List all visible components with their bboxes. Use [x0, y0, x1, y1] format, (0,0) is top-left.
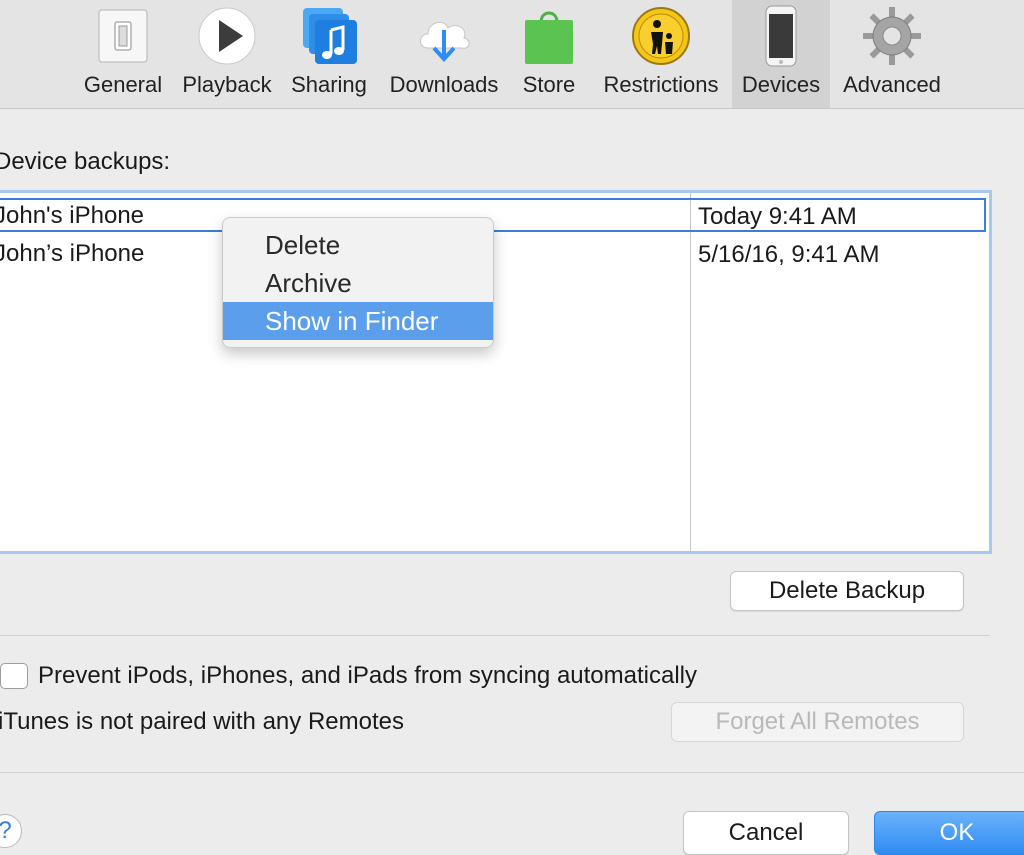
tab-devices[interactable]: Devices — [732, 0, 830, 108]
tab-label: General — [83, 72, 163, 97]
gear-icon — [863, 7, 921, 65]
play-icon — [198, 7, 256, 65]
general-switch-icon — [98, 9, 148, 63]
menu-item-archive[interactable]: Archive — [223, 264, 493, 302]
tab-label: Playback — [182, 72, 272, 97]
context-menu: Delete Archive Show in Finder — [222, 217, 494, 348]
backup-name[interactable]: John's iPhone — [0, 202, 144, 230]
backup-date[interactable]: Today 9:41 AM — [698, 203, 857, 231]
tab-label: Advanced — [843, 72, 941, 97]
tab-downloads[interactable]: Downloads — [384, 0, 504, 108]
divider — [0, 772, 1024, 773]
cloud-download-icon — [420, 21, 470, 62]
help-button[interactable]: ? — [0, 814, 22, 848]
prevent-sync-label[interactable]: Prevent iPods, iPhones, and iPads from s… — [38, 662, 697, 690]
device-backups-label: Device backups: — [0, 148, 171, 175]
preferences-toolbar: General Playback Sharing Downloads Store… — [0, 0, 1024, 109]
tab-label: Store — [522, 72, 576, 97]
tab-restrictions[interactable]: Restrictions — [596, 0, 726, 108]
cancel-button[interactable]: Cancel — [683, 811, 849, 855]
tab-advanced[interactable]: Advanced — [838, 0, 946, 108]
parental-icon — [632, 7, 690, 65]
iphone-icon — [765, 5, 797, 67]
backup-date[interactable]: 5/16/16, 9:41 AM — [698, 241, 879, 269]
remotes-status-text: iTunes is not paired with any Remotes — [0, 708, 404, 735]
tab-label: Sharing — [291, 72, 367, 97]
prevent-sync-checkbox[interactable] — [0, 663, 28, 689]
music-note-icon — [303, 8, 357, 64]
tab-general[interactable]: General — [80, 0, 166, 108]
tab-label: Devices — [741, 72, 821, 97]
tab-sharing[interactable]: Sharing — [286, 0, 372, 108]
forget-all-remotes-button[interactable]: Forget All Remotes — [671, 702, 964, 742]
backup-name[interactable]: John’s iPhone — [0, 240, 144, 268]
tab-label: Restrictions — [603, 72, 719, 97]
divider — [0, 635, 990, 636]
ok-button[interactable]: OK — [874, 811, 1024, 855]
menu-item-delete[interactable]: Delete — [223, 226, 493, 264]
tab-playback[interactable]: Playback — [178, 0, 276, 108]
tab-store[interactable]: Store — [514, 0, 584, 108]
shopping-bag-icon — [525, 11, 573, 64]
tab-label: Downloads — [389, 72, 499, 97]
delete-backup-button[interactable]: Delete Backup — [730, 571, 964, 611]
column-divider — [690, 192, 691, 552]
menu-item-show-in-finder[interactable]: Show in Finder — [223, 302, 493, 340]
